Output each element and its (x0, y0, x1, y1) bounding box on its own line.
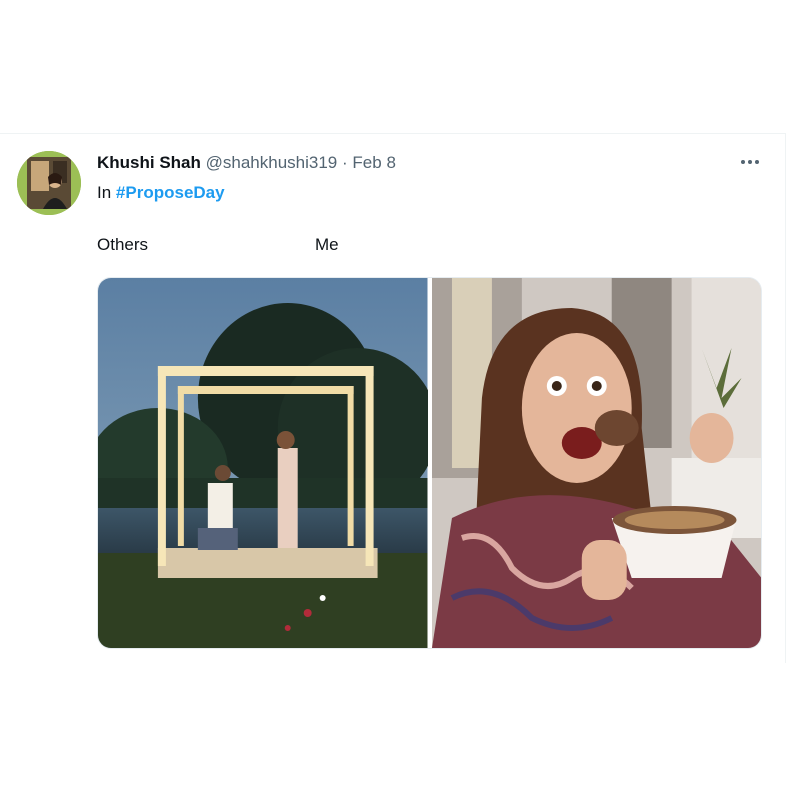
media-image-proposal[interactable] (98, 278, 428, 648)
more-horizontal-icon (741, 160, 745, 164)
display-name[interactable]: Khushi Shah (97, 153, 201, 172)
tweet-header: Khushi Shah @shahkhushi319 · Feb 8 (97, 152, 396, 174)
media-grid (97, 277, 762, 649)
user-handle[interactable]: @shahkhushi319 (206, 153, 338, 172)
caption-me: Me (315, 235, 339, 254)
page: Khushi Shah @shahkhushi319 · Feb 8 In #P… (0, 0, 807, 807)
tweet-card[interactable]: Khushi Shah @shahkhushi319 · Feb 8 In #P… (0, 133, 786, 663)
media-image-eating[interactable] (431, 278, 761, 648)
more-horizontal-icon (748, 160, 752, 164)
separator-dot: · (342, 153, 348, 172)
more-horizontal-icon (755, 160, 759, 164)
more-options-button[interactable] (736, 151, 764, 173)
timestamp[interactable]: Feb 8 (352, 153, 395, 172)
context-line: In #ProposeDay (97, 182, 225, 204)
context-prefix: In (97, 183, 112, 202)
hashtag-link[interactable]: #ProposeDay (116, 183, 225, 202)
caption-others: Others (97, 235, 149, 254)
avatar[interactable] (17, 151, 81, 215)
